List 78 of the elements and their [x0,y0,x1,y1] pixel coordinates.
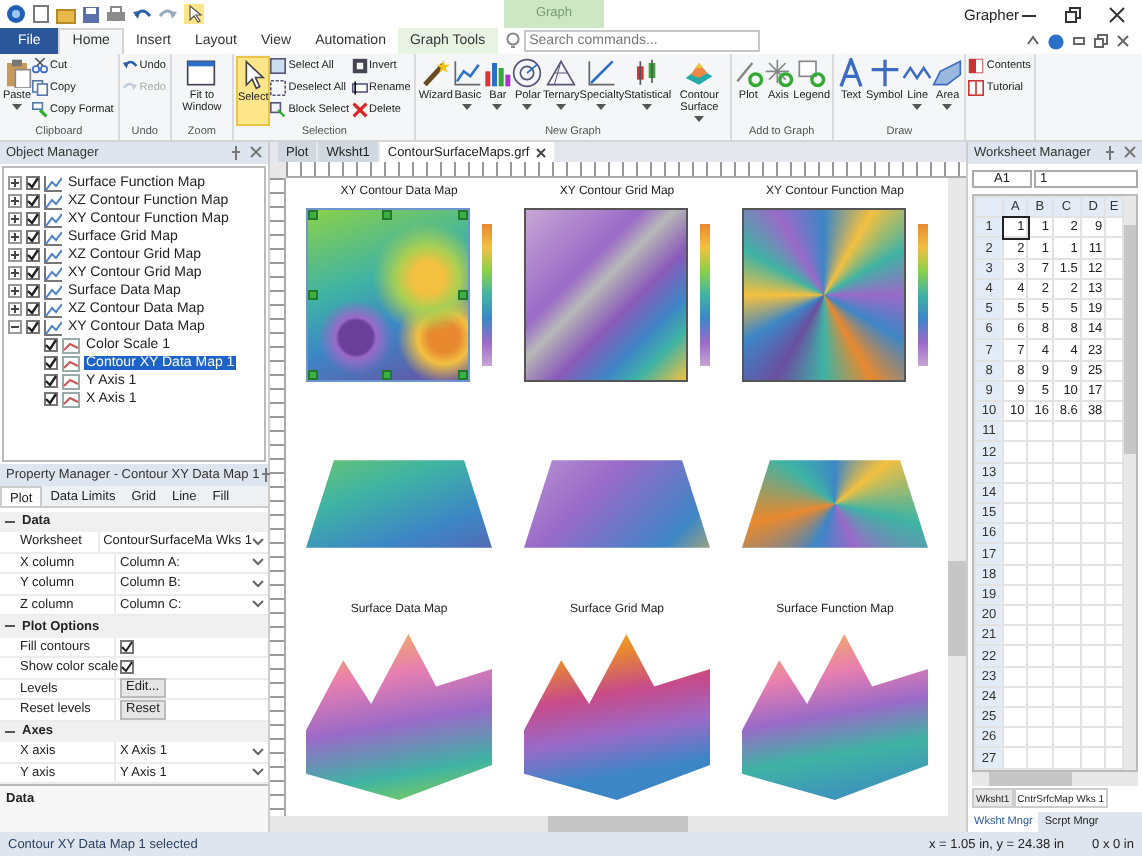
checkbox[interactable] [26,284,40,298]
pin-icon[interactable] [1104,146,1116,160]
expander-icon[interactable] [8,248,22,262]
expander-icon[interactable] [8,284,22,298]
expander-icon[interactable] [8,194,22,208]
select-all-icon [270,58,287,74]
expander-icon[interactable] [8,176,22,190]
expander-icon[interactable] [8,230,22,244]
axis-plus-icon [763,58,794,88]
checkbox[interactable] [120,639,134,654]
pin-icon[interactable] [259,467,272,481]
expander-icon[interactable] [8,212,22,226]
horizontal-scrollbar[interactable] [972,772,1138,786]
line-chart-icon [586,58,617,88]
checkbox[interactable] [26,266,40,280]
selection-handle[interactable] [308,210,318,220]
bar-chart-icon [482,58,513,88]
undo-icon [132,5,152,23]
checkbox[interactable] [44,374,58,388]
checkbox[interactable] [26,212,40,226]
save-icon [82,5,100,23]
expander-icon[interactable] [8,320,22,334]
lightbulb-icon [505,32,520,50]
app-logo-icon [6,4,26,24]
print-icon [106,5,126,23]
close-icon[interactable] [1116,34,1130,48]
dashed-square-icon [270,80,287,96]
wand-icon [420,58,451,88]
collapse-icon[interactable] [4,620,16,633]
line-chart-icon [452,58,483,88]
selection-handle[interactable] [382,370,392,381]
checkbox[interactable] [120,660,134,675]
selection-handle[interactable] [458,289,468,300]
block-select-icon [270,102,287,118]
text-tool-icon [836,58,867,88]
collapse-icon[interactable] [4,515,16,528]
close-icon[interactable] [535,147,546,157]
restore-icon[interactable] [1064,5,1082,23]
area-shape-icon [932,58,963,88]
checkbox[interactable] [44,356,58,370]
checkbox[interactable] [44,392,58,406]
undo-icon [121,58,138,74]
vertical-scrollbar[interactable] [1124,196,1136,770]
checkbox[interactable] [44,338,58,352]
minimize-icon[interactable] [1072,34,1086,48]
triangle-up-icon[interactable] [1026,34,1040,48]
selection-handle[interactable] [308,289,318,300]
selection-handle[interactable] [308,370,318,381]
brush-icon [32,102,48,118]
delete-icon [351,102,368,118]
expander-icon[interactable] [8,266,22,280]
rename-icon [351,80,368,96]
restore-icon[interactable] [1094,34,1108,48]
checkbox[interactable] [26,248,40,262]
triangle-chart-icon [546,58,577,88]
book-icon [968,80,985,96]
scissors-icon [32,58,48,74]
redo-icon [158,5,178,23]
checkbox[interactable] [26,176,40,190]
selection-handle[interactable] [458,210,468,220]
redo-icon [121,80,138,96]
selection-handle[interactable] [458,370,468,381]
collapse-icon[interactable] [4,725,16,738]
help-icon[interactable] [1048,33,1064,49]
copy-icon [32,80,48,96]
checkbox[interactable] [26,320,40,334]
polar-chart-icon [512,58,543,88]
line-plus-icon [733,58,764,88]
surface-icon [684,58,715,88]
close-icon[interactable] [1108,5,1126,23]
checkbox[interactable] [26,194,40,208]
checkbox[interactable] [26,302,40,316]
pin-icon[interactable] [230,146,242,160]
folder-icon [56,5,76,23]
selection-handle[interactable] [382,210,392,220]
plus-sign-icon [869,58,900,88]
checkbox[interactable] [26,230,40,244]
expander-icon[interactable] [8,302,22,316]
